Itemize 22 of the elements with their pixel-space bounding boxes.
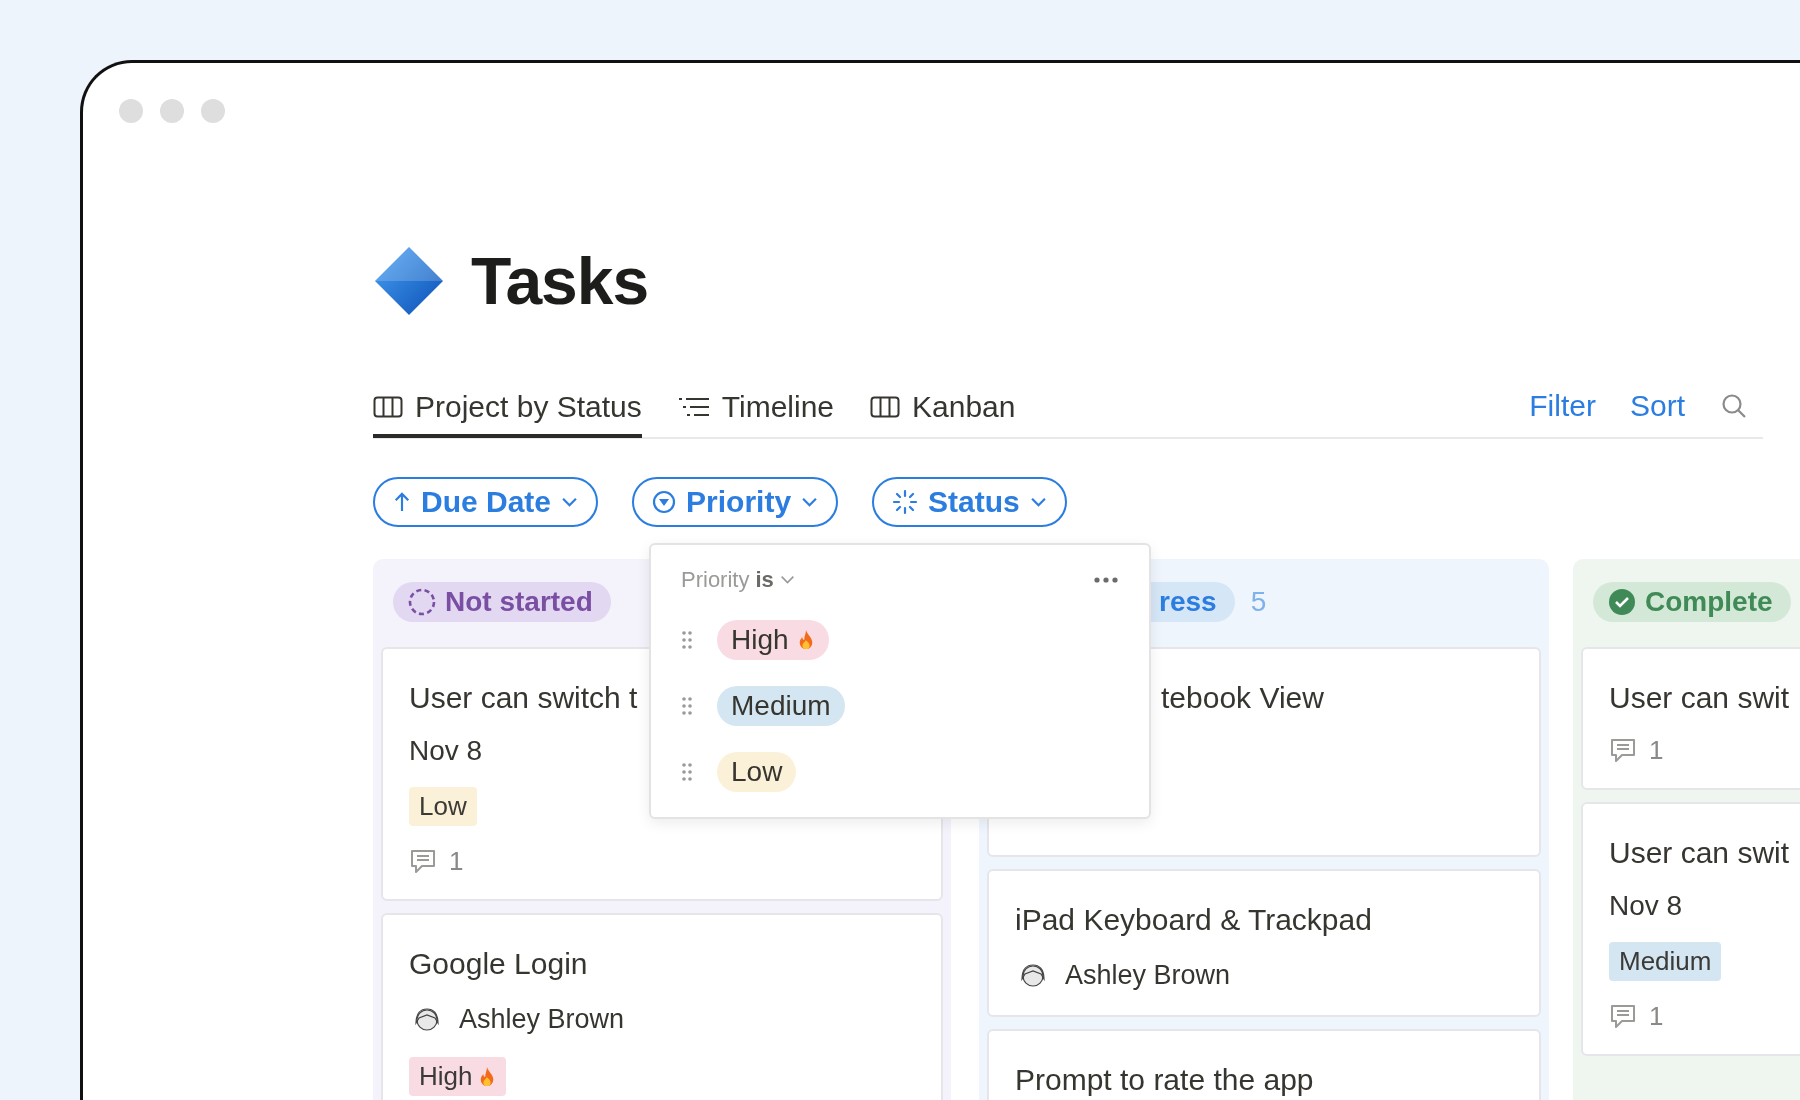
comment-count: 1 [1649,735,1664,766]
card-title: tebook View [1161,681,1324,715]
priority-tag: Low [409,787,477,826]
card-title: Prompt to rate the app [1015,1063,1314,1097]
priority-tag: High [409,1057,507,1096]
card-title: User can swit [1609,681,1790,715]
card-title: User can switch t [409,681,638,715]
page-title: Tasks [471,243,649,319]
assignee-name: Ashley Brown [1065,959,1231,991]
status-text: Not started [445,586,593,618]
assignee-name: Ashley Brown [459,1003,625,1035]
card-count: 5 [1250,586,1267,618]
comment-count: 1 [1649,1001,1664,1032]
status-text: ress [1159,586,1217,618]
comment-count: 1 [449,846,464,877]
status-text: Complete [1645,586,1773,618]
card-title: User can swit [1609,836,1790,870]
due-date: Nov 8 [1609,890,1684,922]
due-date: Nov 8 [409,735,484,767]
card-title: Google Login [409,947,588,981]
priority-tag: Medium [1609,942,1722,981]
card-title: iPad Keyboard & Trackpad [1015,903,1372,937]
